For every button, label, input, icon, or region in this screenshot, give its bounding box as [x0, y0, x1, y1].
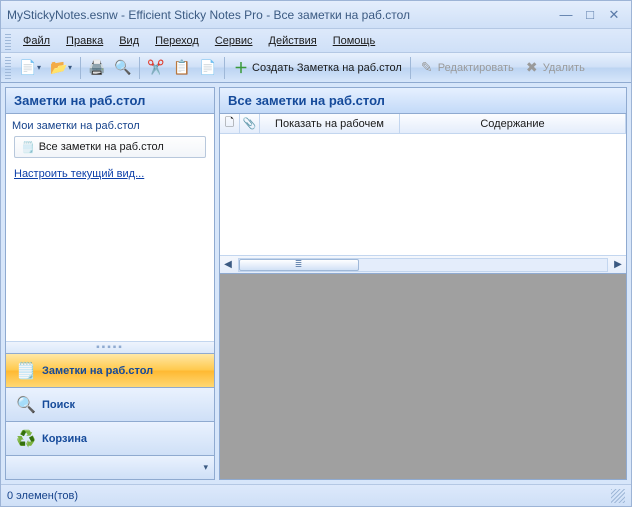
notes-icon: 🗒️	[21, 141, 35, 154]
printer-icon: 🖨️	[89, 60, 105, 76]
statusbar: 0 элемен(тов)	[1, 484, 631, 506]
col-icon[interactable]: 🗋	[220, 114, 240, 133]
menu-view[interactable]: Вид	[111, 32, 147, 50]
col-attach[interactable]: 📎	[240, 114, 260, 133]
configure-view-link[interactable]: Настроить текущий вид...	[14, 168, 206, 180]
nav-overflow[interactable]: ▾	[6, 455, 214, 479]
right-pane-header: Все заметки на раб.стол	[220, 88, 626, 114]
scissors-icon: ✂️	[148, 60, 164, 76]
menu-file[interactable]: Файл	[15, 32, 58, 50]
grid-body[interactable]	[220, 134, 626, 255]
menubar-grip[interactable]	[5, 32, 11, 50]
plus-icon: ＋	[233, 60, 249, 76]
print-button[interactable]: 🖨️	[84, 56, 110, 80]
left-pane-body: Мои заметки на раб.стол 🗒️ Все заметки н…	[6, 114, 214, 353]
pencil-icon: ✎	[419, 60, 435, 76]
preview-pane	[220, 274, 626, 479]
nav-notes[interactable]: 🗒️ Заметки на раб.стол	[6, 353, 214, 387]
preview-icon: 🔍	[115, 60, 131, 76]
right-pane: Все заметки на раб.стол 🗋 📎 Показать на …	[219, 87, 627, 480]
recycle-icon: ♻️	[16, 429, 36, 449]
all-notes-button[interactable]: 🗒️ Все заметки на раб.стол	[14, 136, 206, 158]
left-section-label: Мои заметки на раб.стол	[6, 114, 214, 132]
search-icon: 🔍	[16, 395, 36, 415]
close-button[interactable]: ✕	[603, 6, 625, 24]
separator	[410, 57, 411, 79]
delete-button: ✖ Удалить	[519, 56, 590, 80]
left-pane-header: Заметки на раб.стол	[6, 88, 214, 114]
menu-help[interactable]: Помощь	[325, 32, 384, 50]
splitter-dots[interactable]: ▪▪▪▪▪	[6, 341, 214, 353]
paste-button[interactable]: 📄	[195, 56, 221, 80]
toolbar-grip[interactable]	[5, 57, 11, 79]
grid-header: 🗋 📎 Показать на рабочем Содержание	[220, 114, 626, 134]
cut-button[interactable]: ✂️	[143, 56, 169, 80]
preview-button[interactable]: 🔍	[110, 56, 136, 80]
menu-service[interactable]: Сервис	[207, 32, 261, 50]
minimize-button[interactable]: —	[555, 6, 577, 24]
titlebar: MyStickyNotes.esnw - Efficient Sticky No…	[1, 1, 631, 29]
folder-open-icon: 📂	[51, 60, 67, 76]
toolbar: 📄▾ 📂▾ 🖨️ 🔍 ✂️ 📋 📄 ＋ Создать Заметка на р…	[1, 53, 631, 83]
maximize-button[interactable]: □	[579, 6, 601, 24]
chevron-down-icon: ▾	[203, 462, 208, 473]
horizontal-scrollbar[interactable]: ◀ ≣ ▶	[220, 255, 626, 273]
col-show[interactable]: Показать на рабочем	[260, 114, 400, 133]
paste-icon: 📄	[200, 60, 216, 76]
menu-goto[interactable]: Переход	[147, 32, 207, 50]
document-icon: 📄	[20, 60, 36, 76]
separator	[80, 57, 81, 79]
separator	[139, 57, 140, 79]
menu-edit[interactable]: Правка	[58, 32, 111, 50]
sticky-note-icon: 🗒️	[16, 361, 36, 381]
menubar: Файл Правка Вид Переход Сервис Действия …	[1, 29, 631, 53]
attachment-icon: 📎	[243, 117, 257, 130]
window-title: MyStickyNotes.esnw - Efficient Sticky No…	[7, 8, 553, 22]
scroll-thumb[interactable]: ≣	[239, 259, 359, 271]
status-text: 0 элемен(тов)	[7, 490, 78, 502]
col-content[interactable]: Содержание	[400, 114, 626, 133]
chevron-down-icon: ▾	[37, 63, 41, 72]
delete-icon: ✖	[524, 60, 540, 76]
copy-icon: 📋	[174, 60, 190, 76]
create-note-button[interactable]: ＋ Создать Заметка на раб.стол	[228, 56, 407, 80]
copy-button[interactable]: 📋	[169, 56, 195, 80]
chevron-down-icon: ▾	[68, 63, 72, 72]
nav-search[interactable]: 🔍 Поиск	[6, 387, 214, 421]
separator	[224, 57, 225, 79]
open-button[interactable]: 📂▾	[46, 56, 77, 80]
spacer	[6, 186, 214, 341]
resize-grip[interactable]	[611, 489, 625, 503]
new-button[interactable]: 📄▾	[15, 56, 46, 80]
left-pane: Заметки на раб.стол Мои заметки на раб.с…	[5, 87, 215, 480]
menu-action[interactable]: Действия	[261, 32, 325, 50]
scroll-left-icon[interactable]: ◀	[220, 257, 236, 273]
grid: 🗋 📎 Показать на рабочем Содержание ◀ ≣ ▶	[220, 114, 626, 274]
scroll-right-icon[interactable]: ▶	[610, 257, 626, 273]
document-icon: 🗋	[225, 114, 234, 133]
workarea: Заметки на раб.стол Мои заметки на раб.с…	[1, 83, 631, 484]
edit-button: ✎ Редактировать	[414, 56, 519, 80]
nav-trash[interactable]: ♻️ Корзина	[6, 421, 214, 455]
scroll-track[interactable]: ≣	[238, 258, 608, 272]
